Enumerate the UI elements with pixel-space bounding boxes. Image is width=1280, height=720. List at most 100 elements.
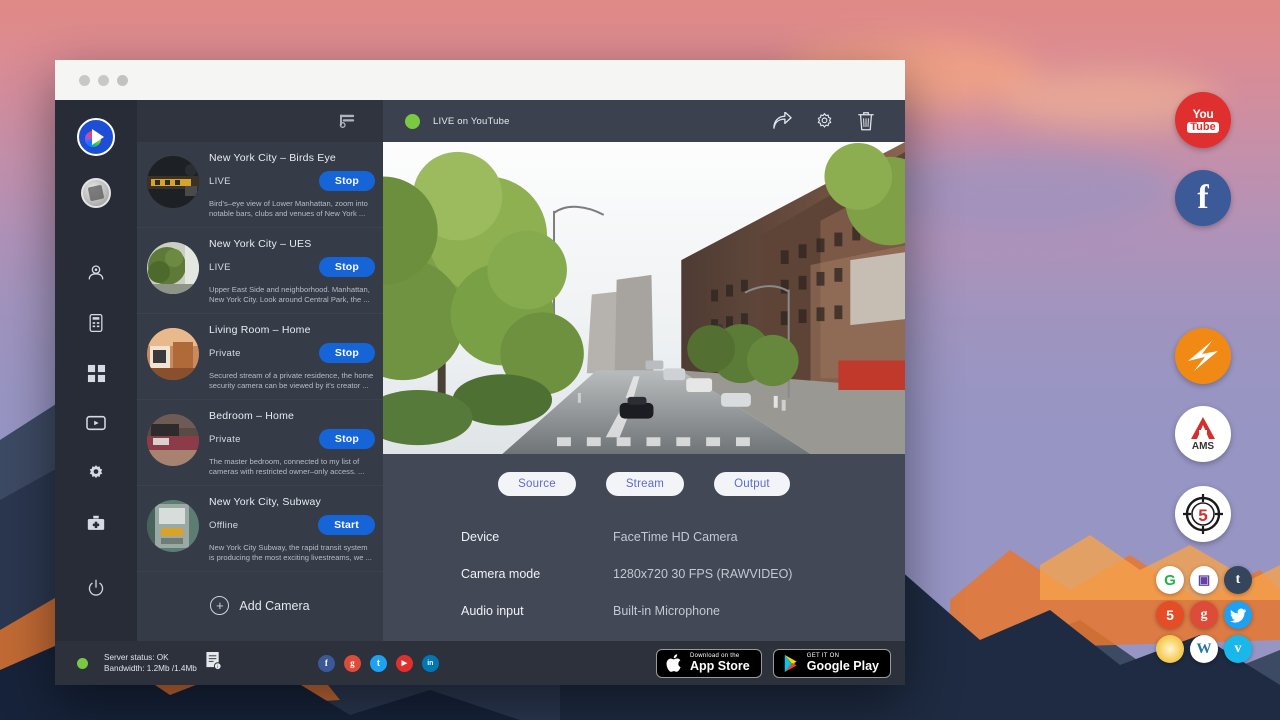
app-window: New York City – Birds Eye LIVE Stop Bird…	[55, 60, 905, 685]
detail-row-camera-mode: Camera mode 1280x720 30 FPS (RAWVIDEO)	[461, 567, 905, 581]
dock-icon-wirecast[interactable]	[1175, 328, 1231, 384]
camera-action-button[interactable]: Stop	[319, 257, 375, 277]
server-status-text: Server status: OK Bandwidth: 1.2Mb /1.4M…	[104, 652, 197, 674]
tab-stream[interactable]: Stream	[606, 472, 684, 496]
log-button[interactable]: i	[205, 651, 222, 675]
grid-icon	[87, 364, 106, 383]
status-bar: Server status: OK Bandwidth: 1.2Mb /1.4M…	[55, 641, 905, 685]
camera-action-button[interactable]: Start	[318, 515, 375, 535]
dock-icon-html5[interactable]: 5	[1156, 601, 1184, 629]
gear-icon	[814, 111, 835, 132]
google-plus-icon: g	[1201, 607, 1208, 623]
tumblr-icon: t	[1236, 572, 1241, 588]
facebook-icon: f	[1197, 179, 1208, 217]
minimize-button[interactable]	[98, 75, 109, 86]
dock-icon-wordpress[interactable]: W	[1190, 635, 1218, 663]
sidebar-item-cameras[interactable]	[55, 248, 137, 298]
settings-button[interactable]	[803, 100, 845, 142]
delete-button[interactable]	[845, 100, 887, 142]
ams-label: AMS	[1190, 442, 1216, 452]
linkedin-icon[interactable]: in	[422, 655, 439, 672]
dock-icon-twitch[interactable]: ▣	[1190, 566, 1218, 594]
camera-info: Living Room – Home Private Stop Secured …	[209, 322, 375, 391]
dock-icon-ams[interactable]: AMS	[1175, 406, 1231, 462]
adobe-ams-icon: AMS	[1190, 416, 1216, 452]
dock-icon-target5[interactable]: 5	[1175, 486, 1231, 542]
dock-icon-facebook[interactable]: f	[1175, 170, 1231, 226]
sidebar-item-settings[interactable]	[55, 448, 137, 498]
detail-label: Audio input	[461, 604, 613, 618]
camera-list-item[interactable]: New York City, Subway Offline Start New …	[137, 486, 383, 572]
detail-value[interactable]: FaceTime HD Camera	[613, 530, 738, 544]
camera-list-panel: New York City – Birds Eye LIVE Stop Bird…	[137, 100, 383, 641]
adobe-a-icon	[1190, 416, 1216, 440]
sidebar-item-power[interactable]	[55, 563, 137, 613]
camera-description: Upper East Side and neighborhood. Manhat…	[209, 285, 375, 305]
detail-value[interactable]: Built-in Microphone	[613, 604, 720, 618]
dock-icon-tumblr[interactable]: t	[1224, 566, 1252, 594]
zoom-button[interactable]	[117, 75, 128, 86]
sidebar-item-devices[interactable]	[55, 298, 137, 348]
youtube-icon[interactable]: ▶	[396, 655, 413, 672]
facebook-icon[interactable]: f	[318, 655, 335, 672]
camera-status: LIVE	[209, 176, 231, 187]
thumb-birdseye	[147, 156, 199, 208]
camera-icon	[86, 263, 106, 283]
toolbox-icon	[86, 514, 106, 533]
camera-status-row: LIVE Stop	[209, 257, 375, 277]
camera-info: New York City – Birds Eye LIVE Stop Bird…	[209, 150, 375, 219]
power-icon	[87, 579, 105, 597]
social-links: f g t ▶ in	[318, 655, 439, 672]
camera-status-row: Offline Start	[209, 515, 375, 535]
detail-label: Camera mode	[461, 567, 613, 581]
plus-icon: +	[210, 596, 229, 615]
camera-title: Bedroom – Home	[209, 410, 375, 422]
app-store-badge[interactable]: Download on the App Store	[656, 649, 762, 678]
tab-source[interactable]: Source	[498, 472, 576, 496]
wordpress-icon: W	[1197, 641, 1212, 658]
share-button[interactable]	[761, 100, 803, 142]
google-play-badge[interactable]: GET IT ON Google Play	[773, 649, 891, 678]
sidebar-item-grid[interactable]	[55, 348, 137, 398]
camera-description: Bird's–eye view of Lower Manhattan, zoom…	[209, 199, 375, 219]
google-plus-icon[interactable]: g	[344, 655, 361, 672]
close-button[interactable]	[79, 75, 90, 86]
camera-thumbnail	[147, 414, 199, 466]
dock-icon-vimeo[interactable]: v	[1224, 635, 1252, 663]
thumb-bedroom	[147, 414, 199, 466]
camera-action-button[interactable]: Stop	[319, 171, 375, 191]
camera-list-item[interactable]: New York City – UES LIVE Stop Upper East…	[137, 228, 383, 314]
dock-icon-google-plus[interactable]: g	[1190, 601, 1218, 629]
dock-icon-twitter[interactable]	[1224, 601, 1252, 629]
tab-output[interactable]: Output	[714, 472, 790, 496]
add-camera-button[interactable]: + Add Camera	[137, 572, 383, 635]
sidebar-item-channels[interactable]	[55, 398, 137, 448]
camera-list-item[interactable]: New York City – Birds Eye LIVE Stop Bird…	[137, 142, 383, 228]
svg-text:5: 5	[1198, 506, 1207, 525]
detail-value[interactable]: 1280x720 30 FPS (RAWVIDEO)	[613, 567, 792, 581]
camera-action-button[interactable]: Stop	[319, 429, 375, 449]
sidebar-item-addons[interactable]	[55, 498, 137, 548]
camera-list-item[interactable]: Living Room – Home Private Stop Secured …	[137, 314, 383, 400]
camera-list-item[interactable]: Bedroom – Home Private Stop The master b…	[137, 400, 383, 486]
video-preview[interactable]	[383, 142, 905, 454]
user-avatar[interactable]	[81, 178, 111, 208]
camera-status-row: LIVE Stop	[209, 171, 375, 191]
filter-sort-icon[interactable]	[339, 113, 357, 129]
detail-row-device: Device FaceTime HD Camera	[461, 530, 905, 544]
apple-icon	[666, 653, 683, 673]
bandwidth-label: Bandwidth: 1.2Mb /1.4Mb	[104, 663, 197, 674]
youtube-label-tube: Tube	[1187, 122, 1218, 133]
dock-icon-youtube[interactable]: You Tube	[1175, 92, 1231, 148]
app-logo[interactable]	[77, 118, 115, 156]
sidebar	[55, 100, 137, 641]
camera-title: New York City – Birds Eye	[209, 152, 375, 164]
camera-thumbnail	[147, 156, 199, 208]
twitter-icon[interactable]: t	[370, 655, 387, 672]
share-icon	[772, 112, 793, 131]
dock-icon-flare[interactable]	[1156, 635, 1184, 663]
google-play-text: GET IT ON Google Play	[807, 653, 879, 673]
dock-icon-grabber[interactable]: G	[1156, 566, 1184, 594]
camera-list[interactable]: New York City – Birds Eye LIVE Stop Bird…	[137, 142, 383, 641]
camera-action-button[interactable]: Stop	[319, 343, 375, 363]
